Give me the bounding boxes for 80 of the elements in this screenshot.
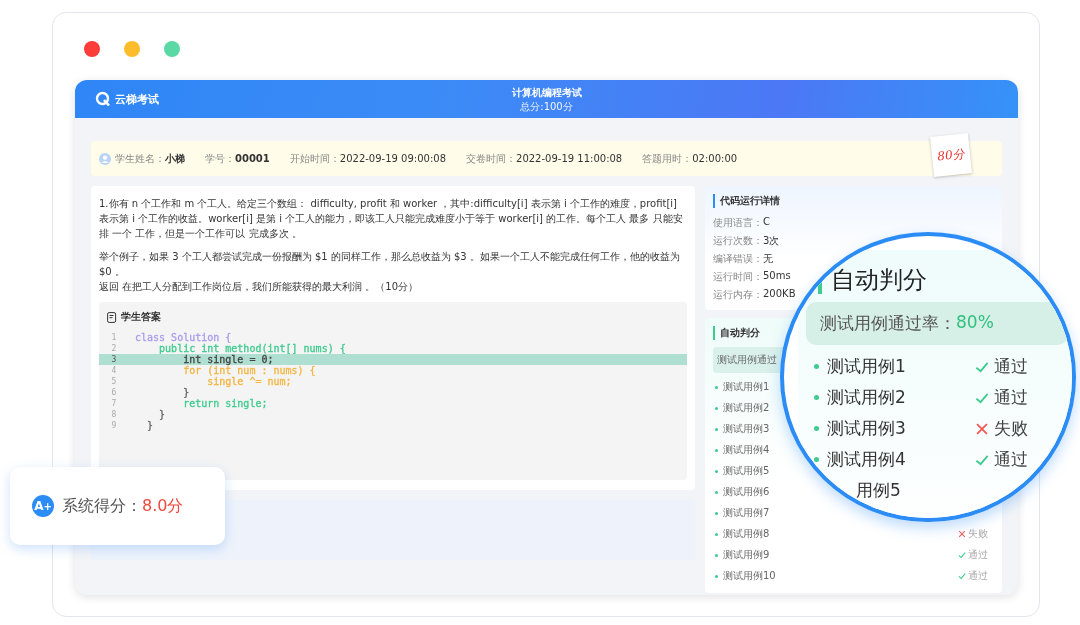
exam-total-score: 总分:100分 xyxy=(520,100,573,114)
detail-label: 编译错误： xyxy=(713,252,763,266)
check-icon xyxy=(958,551,966,559)
line-number: 1 xyxy=(110,332,118,343)
test-case: 测试用例2 xyxy=(715,401,770,415)
magnified-title: 自动判分 xyxy=(818,266,927,294)
logo-text: 云梯考试 xyxy=(115,91,159,107)
logo-icon xyxy=(95,91,111,107)
test-result: 失败 xyxy=(958,527,994,541)
code-line: } xyxy=(182,387,190,398)
test-case: 测试用例7 xyxy=(715,506,770,520)
window-dot[interactable] xyxy=(84,41,100,57)
window-dot[interactable] xyxy=(164,41,180,57)
magnified-test-result: 失败 xyxy=(975,417,1028,440)
magnified-test-result: 通过 xyxy=(975,448,1028,471)
code-line: for (int num : nums) { xyxy=(182,365,316,376)
code-line: return single; xyxy=(182,398,268,409)
info-value: 00001 xyxy=(235,153,270,164)
score-stamp: 80分 xyxy=(930,133,972,177)
code-line: single ^= num; xyxy=(206,376,292,387)
detail-value: 3次 xyxy=(763,234,780,248)
test-case: 测试用例8 xyxy=(715,527,770,541)
answer-title: 学生答案 xyxy=(121,310,161,324)
question-text: 1.你有 n 个工作和 m 个工人。给定三个数组： difficulty, profit 和 worker ，其中:difficulty[i] 表示第 i 个工作的难度，profit[i] 表示第 i 个工作的收益。worker[i] 是第 i 个工人的能力，即该工人只能完成难度小于等于 worker[i] 的工作。每个工人 最多 只能安排 一个 工作，但是一个工作可以 完成多次 。 xyxy=(99,197,684,241)
code-line: public int method(int[] nums) { xyxy=(158,343,346,354)
line-number: 2 xyxy=(110,343,118,354)
line-number: 4 xyxy=(110,365,118,376)
detail-label: 运行次数： xyxy=(713,234,763,248)
info-label: 学号： xyxy=(205,151,235,166)
magnified-pass-rate: 测试用例通过率：80% xyxy=(806,302,1068,345)
info-value: 小梯 xyxy=(165,151,185,166)
info-value: 02:00:00 xyxy=(692,153,738,164)
info-label: 答题用时： xyxy=(642,151,693,166)
score-label: 系统得分： xyxy=(62,495,142,517)
line-number: 6 xyxy=(110,387,118,398)
info-label: 学生姓名： xyxy=(115,151,165,166)
code-line: } xyxy=(158,409,166,420)
test-case: 测试用例3 xyxy=(715,422,770,436)
test-case: 测试用例1 xyxy=(715,380,770,394)
code-line: } xyxy=(146,420,154,431)
code-line: class Solution { xyxy=(134,332,232,343)
magnified-test-result: 通过 xyxy=(975,386,1028,409)
info-value: 2022-09-19 11:00:08 xyxy=(516,153,623,164)
info-value: 2022-09-19 09:00:08 xyxy=(339,153,446,164)
card-title: 代码运行详情 xyxy=(713,194,994,208)
line-number: 5 xyxy=(110,376,118,387)
test-result: 通过 xyxy=(958,548,994,562)
info-label: 开始时间： xyxy=(289,151,340,166)
test-case: 测试用例9 xyxy=(715,548,770,562)
document-icon xyxy=(107,311,117,323)
cross-icon xyxy=(958,530,966,538)
test-result: 通过 xyxy=(958,569,994,583)
detail-label: 使用语言： xyxy=(713,216,763,230)
exam-title: 计算机编程考试 xyxy=(511,86,582,100)
info-label: 交卷时间： xyxy=(466,151,516,166)
cross-icon xyxy=(975,421,989,436)
detail-value: C xyxy=(763,216,770,229)
check-icon xyxy=(958,572,966,580)
detail-label: 运行时间： xyxy=(713,270,763,284)
magnified-test-case: 测试用例4 xyxy=(814,448,906,471)
detail-value: 200KB xyxy=(763,288,796,301)
avatar-icon xyxy=(99,152,111,165)
detail-value: 无 xyxy=(763,252,773,266)
detail-label: 运行内存： xyxy=(713,288,763,302)
line-number: 3 xyxy=(99,354,129,365)
score-value: 8.0分 xyxy=(142,495,184,517)
test-case: 测试用例5 xyxy=(715,464,770,478)
test-case: 测试用例6 xyxy=(715,485,770,499)
test-case: 测试用例10 xyxy=(715,569,776,583)
line-number: 7 xyxy=(110,398,118,409)
question-text: 返回 在把工人分配到工作岗位后，我们所能获得的最大利润 。（10分） xyxy=(99,280,420,294)
magnified-test-case: 测试用例2 xyxy=(814,386,906,409)
magnified-test-case: 用例5 xyxy=(856,479,901,502)
test-case: 测试用例4 xyxy=(715,443,770,457)
magnified-test-case: 测试用例3 xyxy=(814,417,906,440)
line-number: 9 xyxy=(110,420,118,431)
question-text: 举个例子，如果 3 个工人都尝试完成一份报酬为 $1 的同样工作，那么总收益为 $3 。如果一个工人不能完成任何工作，他的收益为 $0 。 xyxy=(99,250,681,279)
detail-value: 50ms xyxy=(763,270,791,283)
window-dot[interactable] xyxy=(124,41,140,57)
line-number: 8 xyxy=(110,409,118,420)
